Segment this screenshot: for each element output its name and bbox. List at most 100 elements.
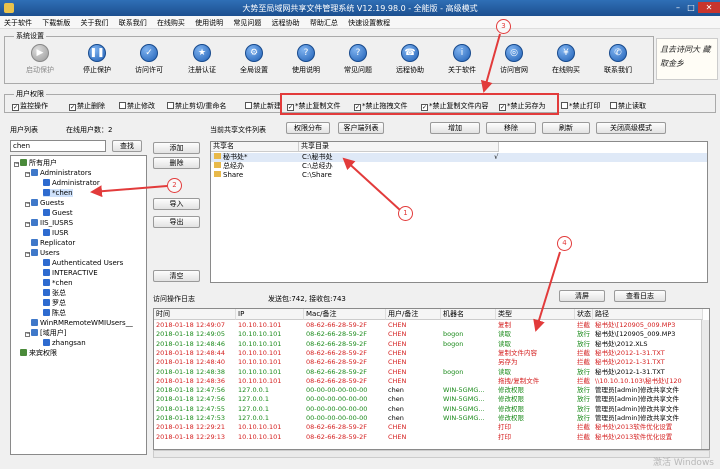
collapse-toggle[interactable]: − bbox=[25, 332, 30, 337]
tree-node[interactable]: 陈总 bbox=[43, 309, 66, 317]
tree-node[interactable]: − 所有用户 bbox=[14, 159, 57, 167]
log-scrollbar[interactable] bbox=[701, 320, 709, 449]
share-row[interactable]: 总经办 C:\总经办 bbox=[211, 162, 707, 171]
tree-node[interactable]: 来宾权限 bbox=[20, 349, 57, 357]
clear-button[interactable]: 清空 bbox=[153, 270, 200, 282]
clear-screen-button[interactable]: 清屏 bbox=[559, 290, 605, 302]
collapse-toggle[interactable]: − bbox=[25, 172, 30, 177]
about-button[interactable]: i 关于软件 bbox=[437, 44, 487, 80]
maximize-button[interactable]: □ bbox=[685, 2, 697, 13]
remove-share-button[interactable]: 移除 bbox=[486, 122, 536, 134]
perm-no-delete[interactable]: ✓ 禁止删除 bbox=[69, 101, 105, 111]
menu-item[interactable]: 快速设置教程 bbox=[344, 16, 394, 30]
add-user-button[interactable]: 添加 bbox=[153, 142, 200, 154]
column-header[interactable]: IP bbox=[236, 309, 304, 320]
column-header[interactable]: 时间 bbox=[154, 309, 236, 320]
menu-item[interactable]: 关于软件 bbox=[0, 16, 36, 30]
user-search-input[interactable] bbox=[10, 140, 106, 152]
close-button[interactable]: ✕ bbox=[698, 2, 720, 13]
tree-node[interactable]: − Users bbox=[25, 249, 60, 257]
tree-node[interactable]: − [域用户] bbox=[25, 329, 66, 337]
tree-node-selected[interactable]: *chen bbox=[43, 189, 73, 197]
tree-node[interactable]: Administrator bbox=[43, 179, 100, 187]
start-protection-button[interactable]: ▶ 启动保护 bbox=[15, 44, 65, 80]
export-button[interactable]: 导出 bbox=[153, 216, 200, 228]
collapse-toggle[interactable]: − bbox=[25, 252, 30, 257]
column-header[interactable]: 用户/备注 bbox=[386, 309, 441, 320]
tree-node[interactable]: INTERACTIVE bbox=[43, 269, 98, 277]
collapse-toggle[interactable]: − bbox=[25, 222, 30, 227]
search-button[interactable]: 查找 bbox=[112, 140, 142, 152]
minimize-button[interactable]: – bbox=[672, 2, 684, 13]
buy-online-button[interactable]: ¥ 在线购买 bbox=[541, 44, 591, 80]
website-button[interactable]: ◎ 访问官网 bbox=[489, 44, 539, 80]
tree-node[interactable]: 张总 bbox=[43, 289, 66, 297]
client-list-button[interactable]: 客户端列表 bbox=[338, 122, 384, 134]
refresh-button[interactable]: 刷新 bbox=[542, 122, 590, 134]
share-row[interactable]: Share C:\Share bbox=[211, 171, 707, 180]
log-row[interactable]: 2018-01-18 12:47:56 127.0.0.1 00-00-00-00-… bbox=[154, 386, 709, 395]
log-row[interactable]: 2018-01-18 12:48:46 10.10.10.101 08-62-66-… bbox=[154, 340, 709, 349]
log-row[interactable]: 2018-01-18 12:48:36 10.10.10.101 08-62-66-… bbox=[154, 377, 709, 386]
menu-item[interactable]: 下载新版 bbox=[38, 16, 74, 30]
log-row[interactable]: 2018-01-18 12:47:56 127.0.0.1 00-00-00-00-… bbox=[154, 395, 709, 404]
log-row[interactable]: 2018-01-18 12:47:55 127.0.0.1 00-00-00-00-… bbox=[154, 405, 709, 414]
menu-item[interactable]: 在线购买 bbox=[153, 16, 189, 30]
log-row[interactable]: 2018-01-18 12:48:44 10.10.10.101 08-62-66-… bbox=[154, 349, 709, 358]
close-advanced-mode-button[interactable]: 关闭高级模式 bbox=[596, 122, 666, 134]
tree-node[interactable]: zhangsan bbox=[43, 339, 86, 347]
log-row[interactable]: 2018-01-18 12:49:05 10.10.10.101 08-62-66-… bbox=[154, 330, 709, 339]
menu-item[interactable]: 使用说明 bbox=[191, 16, 227, 30]
share-row[interactable]: 秘书处* C:\秘书处 √ bbox=[211, 153, 707, 162]
column-header[interactable]: 机器名 bbox=[441, 309, 496, 320]
import-button[interactable]: 导入 bbox=[153, 198, 200, 210]
menu-item[interactable]: 帮助汇总 bbox=[306, 16, 342, 30]
tree-node[interactable]: − Administrators bbox=[25, 169, 91, 177]
faq-button[interactable]: ? 常见问题 bbox=[333, 44, 383, 80]
log-row[interactable]: 2018-01-18 12:47:53 127.0.0.1 00-00-00-00-… bbox=[154, 414, 709, 423]
column-header[interactable]: 共享目录 bbox=[299, 142, 499, 152]
menu-item[interactable]: 常见问题 bbox=[229, 16, 265, 30]
collapse-toggle[interactable]: − bbox=[14, 162, 19, 167]
perm-no-read[interactable]: 禁止读取 bbox=[610, 101, 646, 111]
tree-node[interactable]: *chen bbox=[43, 279, 73, 287]
log-row[interactable]: 2018-01-18 12:29:21 10.10.10.101 08-62-66-… bbox=[154, 423, 709, 432]
manual-button[interactable]: ? 使用说明 bbox=[281, 44, 331, 80]
column-header[interactable]: 共享名 bbox=[211, 142, 299, 152]
access-permit-button[interactable]: ✓ 访问许可 bbox=[124, 44, 174, 80]
menu-item[interactable]: 关于我们 bbox=[76, 16, 112, 30]
log-row[interactable]: 2018-01-18 12:29:13 10.10.10.101 08-62-66-… bbox=[154, 433, 709, 442]
perm-no-cut-rename[interactable]: 禁止剪切/重命名 bbox=[167, 101, 226, 111]
remote-assist-button[interactable]: ☎ 远程协助 bbox=[385, 44, 435, 80]
column-header[interactable]: Mac/备注 bbox=[304, 309, 386, 320]
add-share-button[interactable]: 增加 bbox=[430, 122, 480, 134]
column-header[interactable]: 路径 bbox=[593, 309, 703, 320]
view-log-button[interactable]: 查看日志 bbox=[614, 290, 666, 302]
global-settings-button[interactable]: ⚙ 全局设置 bbox=[229, 44, 279, 80]
tree-node[interactable]: Authenticated Users bbox=[43, 259, 123, 267]
tree-node[interactable]: 罗总 bbox=[43, 299, 66, 307]
column-header[interactable]: 状态 bbox=[575, 309, 593, 320]
remove-user-button[interactable]: 删除 bbox=[153, 157, 200, 169]
log-row[interactable]: 2018-01-18 12:48:38 10.10.10.101 08-62-66-… bbox=[154, 368, 709, 377]
collapse-toggle[interactable]: − bbox=[25, 202, 30, 207]
perm-no-new[interactable]: 禁止新建 bbox=[245, 101, 281, 111]
tree-node[interactable]: Replicator bbox=[31, 239, 75, 247]
log-row[interactable]: 2018-01-18 12:49:07 10.10.10.101 08-62-66-… bbox=[154, 321, 709, 330]
log-horizontal-scrollbar[interactable] bbox=[153, 450, 710, 458]
permission-distribution-button[interactable]: 权限分布 bbox=[286, 122, 330, 134]
perm-no-print[interactable]: *禁止打印 bbox=[561, 101, 601, 111]
perm-no-modify[interactable]: 禁止修改 bbox=[119, 101, 155, 111]
log-row[interactable]: 2018-01-18 12:48:40 10.10.10.101 08-62-66-… bbox=[154, 358, 709, 367]
menu-item[interactable]: 联系我们 bbox=[115, 16, 151, 30]
perm-monitor[interactable]: ✓ 监控操作 bbox=[12, 101, 48, 111]
tree-node[interactable]: IUSR bbox=[43, 229, 69, 237]
tree-node[interactable]: Guest bbox=[43, 209, 73, 217]
tree-node[interactable]: − IIS_IUSRS bbox=[25, 219, 73, 227]
stop-protection-button[interactable]: ❚❚ 停止保护 bbox=[72, 44, 122, 80]
contact-button[interactable]: ✆ 联系我们 bbox=[593, 44, 643, 80]
tree-node[interactable]: WinRMRemoteWMIUsers__ bbox=[31, 319, 133, 327]
column-header[interactable]: 类型 bbox=[496, 309, 575, 320]
register-button[interactable]: ★ 注册认证 bbox=[177, 44, 227, 80]
tree-node[interactable]: − Guests bbox=[25, 199, 64, 207]
